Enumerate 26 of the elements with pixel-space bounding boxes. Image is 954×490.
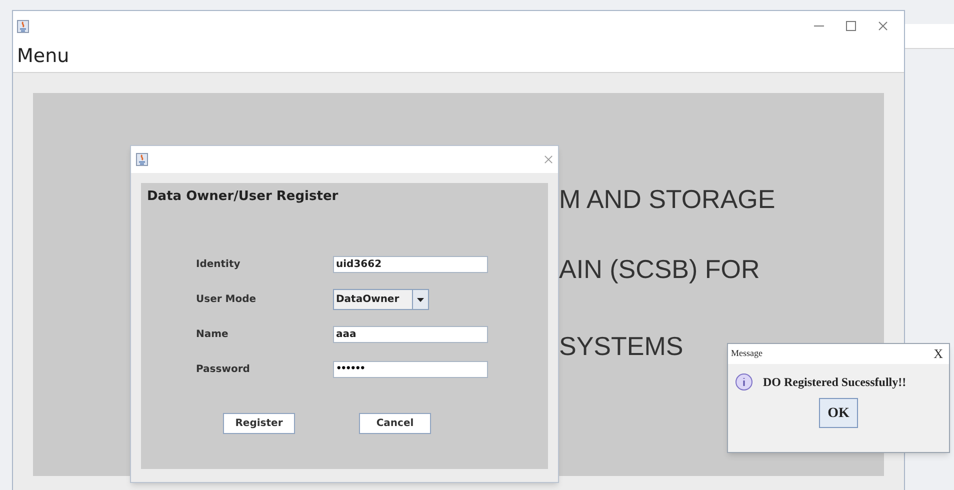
heading-line: AIN (SCSB) FOR: [559, 253, 760, 286]
close-icon[interactable]: [878, 21, 888, 31]
heading-line: SYSTEMS: [559, 330, 684, 363]
user-mode-dropdown[interactable]: DataOwner: [333, 289, 429, 310]
cancel-button[interactable]: Cancel: [359, 412, 431, 434]
dialog-title: Message: [731, 347, 762, 360]
maximize-icon[interactable]: [846, 21, 856, 31]
close-button[interactable]: X: [934, 344, 946, 364]
field-label: Name: [196, 328, 230, 342]
app-icon: [136, 153, 148, 166]
register-button[interactable]: Register: [223, 412, 295, 434]
password-field[interactable]: ••••••: [333, 361, 488, 378]
dropdown-arrow-icon[interactable]: [417, 298, 424, 302]
close-icon[interactable]: [544, 155, 553, 164]
heading-line: M AND STORAGE: [559, 183, 776, 216]
menu-item[interactable]: Menu: [16, 42, 70, 71]
field-label: Password: [196, 363, 251, 377]
message-text: DO Registered Sucessfully!!: [763, 374, 906, 391]
ok-button[interactable]: OK: [819, 398, 858, 428]
text-field[interactable]: aaa: [333, 326, 488, 343]
app-icon: [17, 20, 29, 32]
field-label: User Mode: [196, 293, 258, 307]
dialog-heading: Data Owner/User Register: [146, 188, 340, 206]
text-field[interactable]: uid3662: [333, 256, 488, 273]
info-icon: [735, 373, 753, 391]
field-label: Identity: [196, 258, 242, 272]
